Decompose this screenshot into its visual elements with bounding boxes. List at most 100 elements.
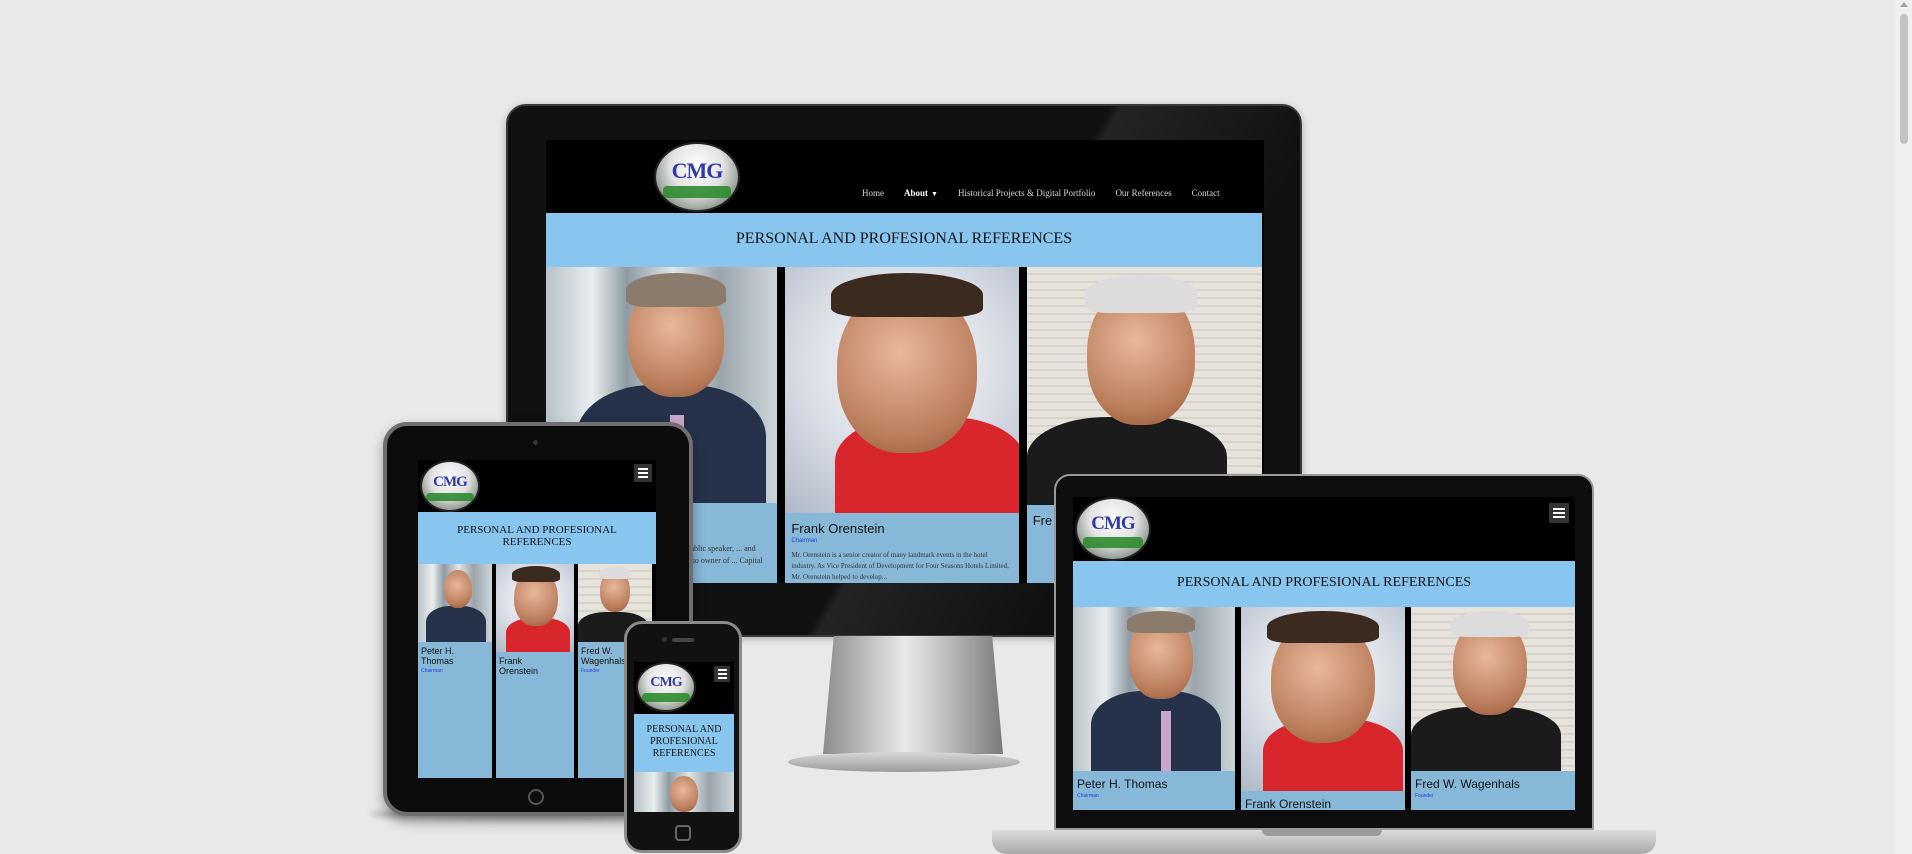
photo-frank-orenstein <box>1241 607 1405 791</box>
reference-name-line: Thomas <box>421 656 454 666</box>
figure-hair <box>1084 275 1197 313</box>
reference-cards: Peter H. Thomas Chairman Frank Orenstein… <box>1073 607 1575 810</box>
photo-fred-wagenhals <box>1026 267 1262 505</box>
reference-name: Fred W. Wagenhals <box>1415 777 1520 791</box>
nav-about-label: About <box>904 188 929 198</box>
figure-head <box>670 776 698 812</box>
page-title: PERSONAL AND PROFESIONAL REFERENCES <box>634 714 734 772</box>
menu-toggle-button[interactable] <box>1549 503 1569 523</box>
reference-card-wagenhals: Fred W. Wagenhals Founder <box>1411 607 1575 810</box>
photo-peter-thomas <box>1073 607 1235 771</box>
logo-band <box>1082 537 1144 549</box>
reference-card-orenstein: Frank Orenstein Chairman Mr. Orenstein i… <box>785 267 1019 583</box>
tablet-home-button <box>528 789 544 805</box>
cmg-logo[interactable]: CMG <box>422 462 478 510</box>
nav-our-references[interactable]: Our References <box>1115 188 1171 198</box>
phone-camera <box>662 637 667 642</box>
hamburger-icon-line <box>1553 516 1565 518</box>
laptop-screen: CMG PERSONAL AND PROFESIONAL REFERENCES … <box>1073 497 1575 810</box>
reference-role: Chairman <box>791 538 818 544</box>
reference-name-line: Orenstein <box>499 666 539 676</box>
reference-card-orenstein: Frank Orenstein <box>496 564 574 778</box>
site-header: CMG Home About ▼ Historical Projects & Di… <box>546 140 1264 213</box>
phone-speaker <box>672 638 694 642</box>
figure-body <box>426 606 486 642</box>
hamburger-icon-line <box>638 476 648 478</box>
phone-home-button <box>675 825 691 841</box>
nav-about[interactable]: About ▼ <box>904 188 938 198</box>
nav-contact[interactable]: Contact <box>1192 188 1220 198</box>
page-title: PERSONAL AND PROFESIONAL REFERENCES <box>546 213 1262 267</box>
photo-frank-orenstein <box>785 267 1019 513</box>
logo-band <box>426 492 474 502</box>
hamburger-icon-line <box>717 673 727 675</box>
reference-name-line: Frank <box>499 656 523 666</box>
cmg-logo[interactable]: CMG <box>638 664 694 710</box>
nav-home[interactable]: Home <box>862 188 884 198</box>
reference-role: Chairman <box>421 668 443 674</box>
menu-toggle-button[interactable] <box>714 666 730 682</box>
photo-peter-thomas <box>418 564 492 642</box>
phone-screen: CMG PERSONAL AND PROFESIONAL REFERENCES <box>634 662 734 812</box>
reference-card-thomas: Peter H. Thomas Chairman <box>418 564 492 778</box>
page-title-line: PERSONAL AND PROFESIONAL <box>457 524 617 536</box>
hamburger-icon-line <box>717 677 727 679</box>
page-title-line: REFERENCES <box>652 748 716 759</box>
reference-bio: Mr. Orenstein is a senior creator of man… <box>791 551 1009 581</box>
scroll-up-arrow-icon[interactable] <box>1900 2 1908 7</box>
figure-hair <box>1267 611 1379 643</box>
reference-card-orenstein: Frank Orenstein <box>1241 607 1405 810</box>
main-nav: Home About ▼ Historical Projects & Digita… <box>862 188 1220 198</box>
figure-hair <box>626 273 726 307</box>
logo-text: CMG <box>433 473 468 490</box>
figure-hair <box>599 567 631 579</box>
figure-body <box>1411 707 1561 771</box>
hamburger-icon <box>717 669 727 671</box>
hamburger-icon-line <box>1553 512 1565 514</box>
reference-cards: Peter H. Thomas Chairman Frank Orenstein <box>418 564 656 778</box>
reference-name: Frank Orenstein <box>496 652 574 676</box>
cmg-logo[interactable]: CMG <box>1077 499 1149 559</box>
reference-name: Frank Orenstein <box>1245 797 1332 810</box>
photo-frank-orenstein <box>496 564 574 652</box>
logo-band <box>642 693 690 702</box>
figure-hair <box>1451 611 1529 637</box>
reference-name: Peter H. Thomas <box>418 642 492 666</box>
monitor-stand-base <box>788 752 1020 772</box>
reference-name: Peter H. Thomas <box>1077 777 1168 791</box>
menu-toggle-button[interactable] <box>634 464 652 482</box>
site-header: CMG <box>1073 497 1575 561</box>
logo-text: CMG <box>671 158 724 183</box>
figure-body <box>1091 691 1221 771</box>
chevron-down-icon: ▼ <box>931 190 938 198</box>
photo-fred-wagenhals <box>1411 607 1575 771</box>
figure-hair <box>1127 611 1195 633</box>
hamburger-icon-line <box>638 472 648 474</box>
page-title-line: PERSONAL AND <box>646 724 722 735</box>
cmg-logo[interactable]: CMG <box>656 144 738 210</box>
page-title: PERSONAL AND PROFESIONAL REFERENCES <box>1073 561 1575 607</box>
site-header: CMG <box>634 662 734 714</box>
figure-head <box>444 570 472 608</box>
photo-peter-thomas <box>634 772 734 812</box>
reference-name: Frank Orenstein <box>791 521 885 536</box>
page-title-line: REFERENCES <box>502 536 572 548</box>
logo-text: CMG <box>1091 513 1135 534</box>
figure-hair <box>831 273 984 317</box>
page-title: PERSONAL AND PROFESIONAL REFERENCES <box>418 512 656 564</box>
scroll-thumb[interactable] <box>1900 14 1908 144</box>
laptop-notch <box>1262 830 1382 836</box>
logo-text: CMG <box>650 675 682 690</box>
figure-hair <box>512 566 560 582</box>
hamburger-icon <box>638 468 648 470</box>
reference-name-line: Peter H. <box>421 646 455 656</box>
logo-band <box>662 186 732 199</box>
reference-card-thomas: Peter H. Thomas Chairman <box>1073 607 1235 810</box>
reference-role: Founder <box>1415 793 1434 799</box>
tablet-camera <box>533 440 538 445</box>
hamburger-icon <box>1553 508 1565 510</box>
tablet-screen: CMG PERSONAL AND PROFESIONAL REFERENCES … <box>418 460 656 778</box>
nav-historical-projects[interactable]: Historical Projects & Digital Portfolio <box>958 188 1095 198</box>
page-scrollbar[interactable] <box>1895 0 1912 854</box>
monitor-stand <box>823 636 1003 754</box>
